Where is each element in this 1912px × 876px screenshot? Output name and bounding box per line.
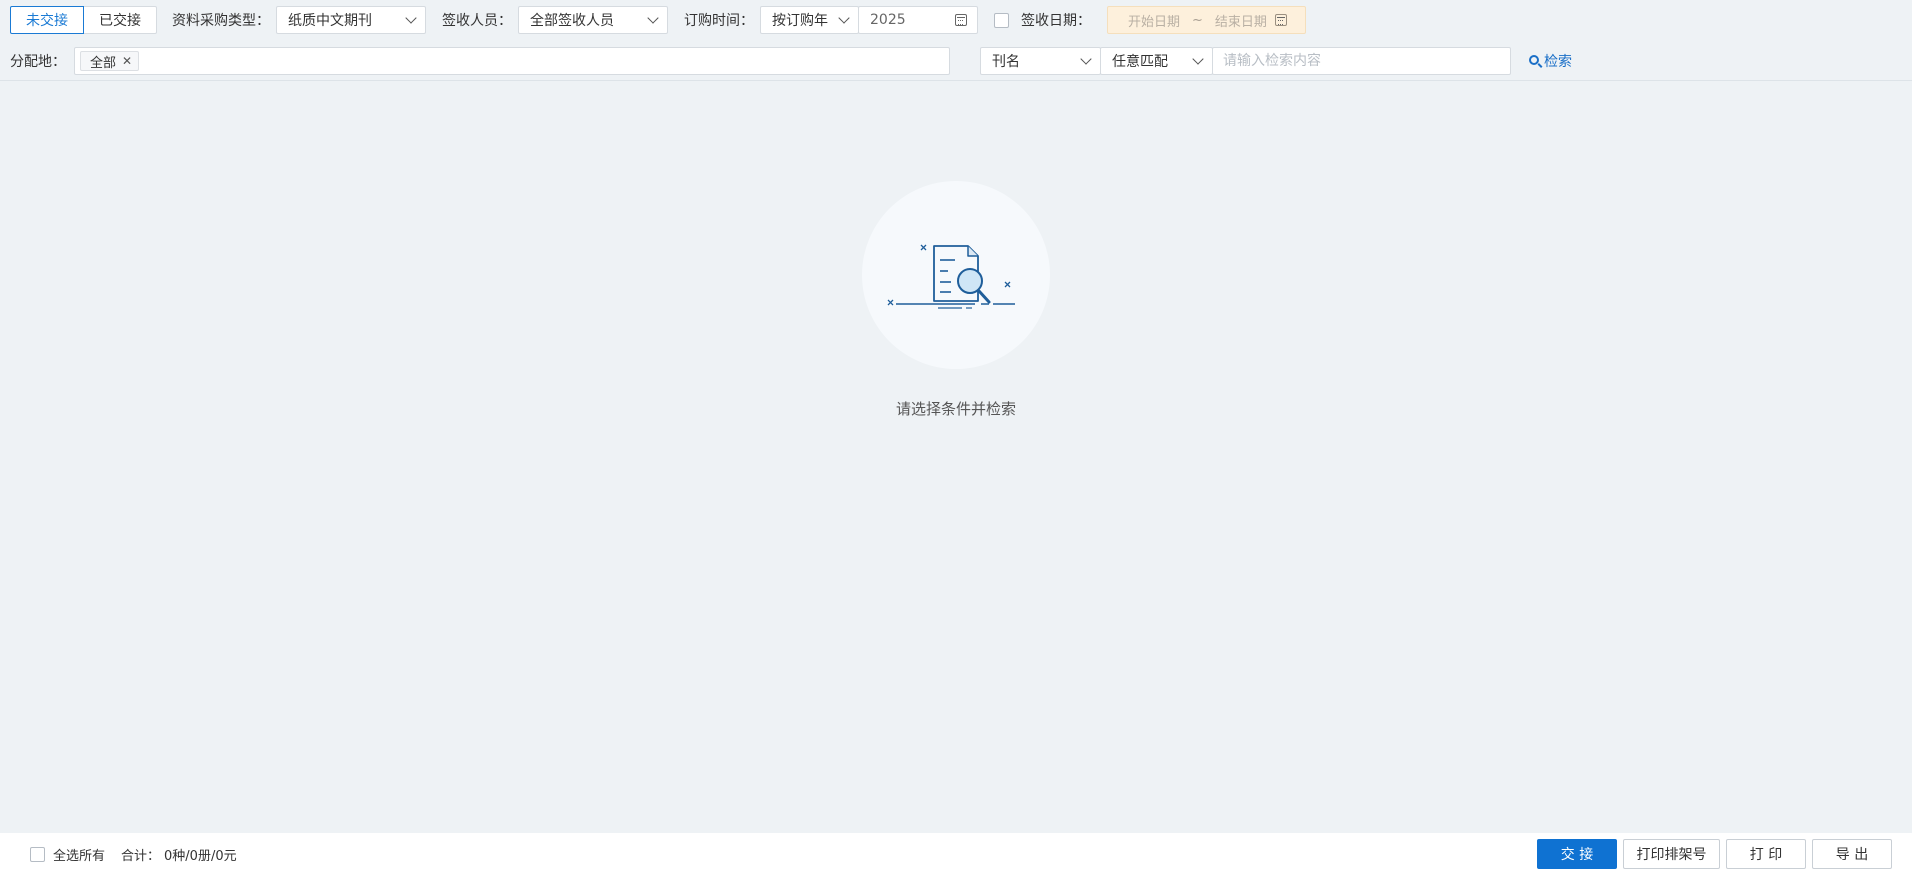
chevron-down-icon: [647, 12, 659, 24]
search-icon: [1529, 55, 1539, 65]
order-time-mode-value: 按订购年: [772, 13, 828, 29]
receiver-label: 签收人员：: [442, 13, 512, 29]
sign-date-checkbox[interactable]: [994, 12, 1009, 28]
total-summary: 合计： 0种/0册/0元: [121, 845, 237, 864]
handover-tabs: 未交接 已交接: [10, 6, 157, 34]
location-tag-input[interactable]: 全部 ✕: [74, 47, 950, 75]
footer-bar: 全选所有 合计： 0种/0册/0元 交 接 打印排架号 打 印 导 出: [0, 833, 1912, 876]
order-time-mode-select[interactable]: 按订购年: [760, 6, 859, 34]
material-type-value: 纸质中文期刊: [288, 13, 372, 29]
calendar-icon: [955, 14, 967, 26]
tab-not-handed-over[interactable]: 未交接: [10, 6, 84, 34]
filter-row-1: 未交接 已交接 资料采购类型： 纸质中文期刊 签收人员： 全部签收人员 订购时间…: [0, 6, 1912, 34]
footer-actions: 交 接 打印排架号 打 印 导 出: [1531, 839, 1892, 869]
location-tag-label: 全部: [90, 55, 117, 71]
total-label: 合计：: [121, 849, 161, 864]
match-mode-select[interactable]: 任意匹配: [1100, 47, 1213, 75]
date-end-placeholder: 结束日期: [1214, 14, 1267, 30]
select-all-checkbox[interactable]: [30, 847, 45, 862]
location-label: 分配地：: [10, 54, 66, 70]
search-field-value: 刊名: [992, 54, 1020, 70]
print-button[interactable]: 打 印: [1726, 839, 1806, 869]
tab-handed-over[interactable]: 已交接: [83, 6, 157, 34]
close-icon[interactable]: ✕: [122, 54, 132, 68]
sign-date-range-picker[interactable]: 开始日期 ~ 结束日期: [1107, 6, 1306, 34]
material-type-label: 资料采购类型：: [172, 13, 270, 29]
search-button[interactable]: 检索: [1529, 51, 1572, 71]
search-button-label: 检索: [1544, 54, 1572, 70]
receiver-select[interactable]: 全部签收人员: [518, 6, 668, 34]
calendar-icon: [1274, 14, 1287, 26]
chevron-down-icon: [405, 12, 417, 24]
material-type-select[interactable]: 纸质中文期刊: [276, 6, 426, 34]
total-value: 0种/0册/0元: [164, 849, 237, 864]
receiver-value: 全部签收人员: [530, 13, 614, 29]
empty-state-illustration: [862, 181, 1050, 369]
export-button[interactable]: 导 出: [1812, 839, 1892, 869]
chevron-down-icon: [838, 12, 850, 24]
search-field-select[interactable]: 刊名: [980, 47, 1101, 75]
order-year-value: 2025: [870, 12, 906, 28]
select-all-label[interactable]: 全选所有: [53, 845, 105, 864]
print-shelf-number-button[interactable]: 打印排架号: [1623, 839, 1720, 869]
sign-date-label: 签收日期：: [1021, 13, 1091, 29]
empty-state-message: 请选择条件并检索: [895, 400, 1016, 418]
filter-row-2: 分配地： 全部 ✕ 刊名 任意匹配 检索: [0, 46, 1912, 76]
order-year-picker[interactable]: 2025: [858, 6, 978, 34]
order-time-label: 订购时间：: [684, 13, 754, 29]
chevron-down-icon: [1080, 53, 1092, 65]
document-search-icon: [887, 244, 1015, 309]
handover-button[interactable]: 交 接: [1537, 839, 1617, 869]
search-input[interactable]: [1212, 47, 1511, 75]
date-range-separator: ~: [1192, 12, 1203, 28]
filter-divider: [0, 80, 1912, 81]
match-mode-value: 任意匹配: [1112, 54, 1168, 70]
location-tag: 全部 ✕: [80, 51, 140, 71]
chevron-down-icon: [1192, 53, 1204, 65]
date-start-placeholder: 开始日期: [1128, 14, 1181, 30]
